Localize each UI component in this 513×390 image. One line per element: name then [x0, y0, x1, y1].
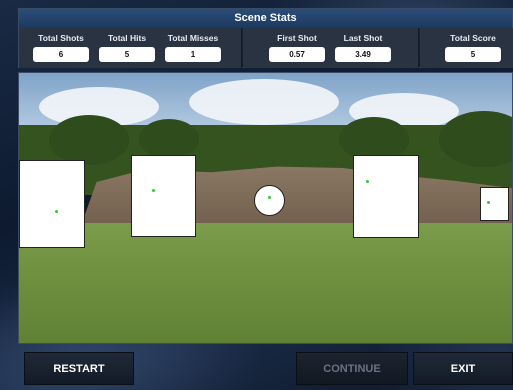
exit-button[interactable]: EXIT	[413, 352, 513, 385]
hit-marker	[152, 189, 155, 192]
hit-marker	[55, 210, 58, 213]
stat-value: 3.49	[335, 47, 391, 62]
shot-count-group: Total Shots 6 Total Hits 5 Total Misses …	[19, 28, 242, 68]
shooting-range-scene	[18, 72, 513, 344]
stat-last-shot: Last Shot 3.49	[335, 28, 391, 62]
stat-label: First Shot	[277, 33, 317, 43]
stat-value: 0.57	[269, 47, 325, 62]
stat-total-misses: Total Misses 1	[165, 28, 221, 62]
stat-value: 5	[99, 47, 155, 62]
target-circle[interactable]	[254, 185, 285, 216]
stat-label: Total Shots	[38, 33, 84, 43]
shot-time-group: First Shot 0.57 Last Shot 3.49	[243, 28, 419, 68]
stat-total-shots: Total Shots 6	[33, 28, 89, 62]
continue-button[interactable]: CONTINUE	[296, 352, 408, 385]
target-paper[interactable]	[480, 187, 509, 221]
hit-marker	[268, 196, 271, 199]
stat-value: 5	[445, 47, 501, 62]
scene-stats-panel: Scene Stats Total Shots 6 Total Hits 5 T…	[18, 8, 513, 68]
panel-title: Scene Stats	[19, 9, 512, 28]
grass-field	[19, 223, 512, 343]
stat-label: Total Score	[450, 33, 496, 43]
hit-marker	[366, 180, 369, 183]
stat-label: Total Hits	[107, 33, 147, 43]
stat-total-score: Total Score 5	[445, 28, 501, 62]
target-paper[interactable]	[353, 155, 419, 238]
stat-value: 1	[165, 47, 221, 62]
stat-value: 6	[33, 47, 89, 62]
stat-label: Total Misses	[167, 33, 219, 43]
hit-marker	[487, 201, 490, 204]
restart-button[interactable]: RESTART	[24, 352, 134, 385]
stat-total-hits: Total Hits 5	[99, 28, 155, 62]
target-paper[interactable]	[19, 160, 85, 248]
stat-label: Last Shot	[343, 33, 383, 43]
score-group: Total Score 5	[420, 28, 513, 68]
target-paper[interactable]	[131, 155, 196, 237]
stat-first-shot: First Shot 0.57	[269, 28, 325, 62]
